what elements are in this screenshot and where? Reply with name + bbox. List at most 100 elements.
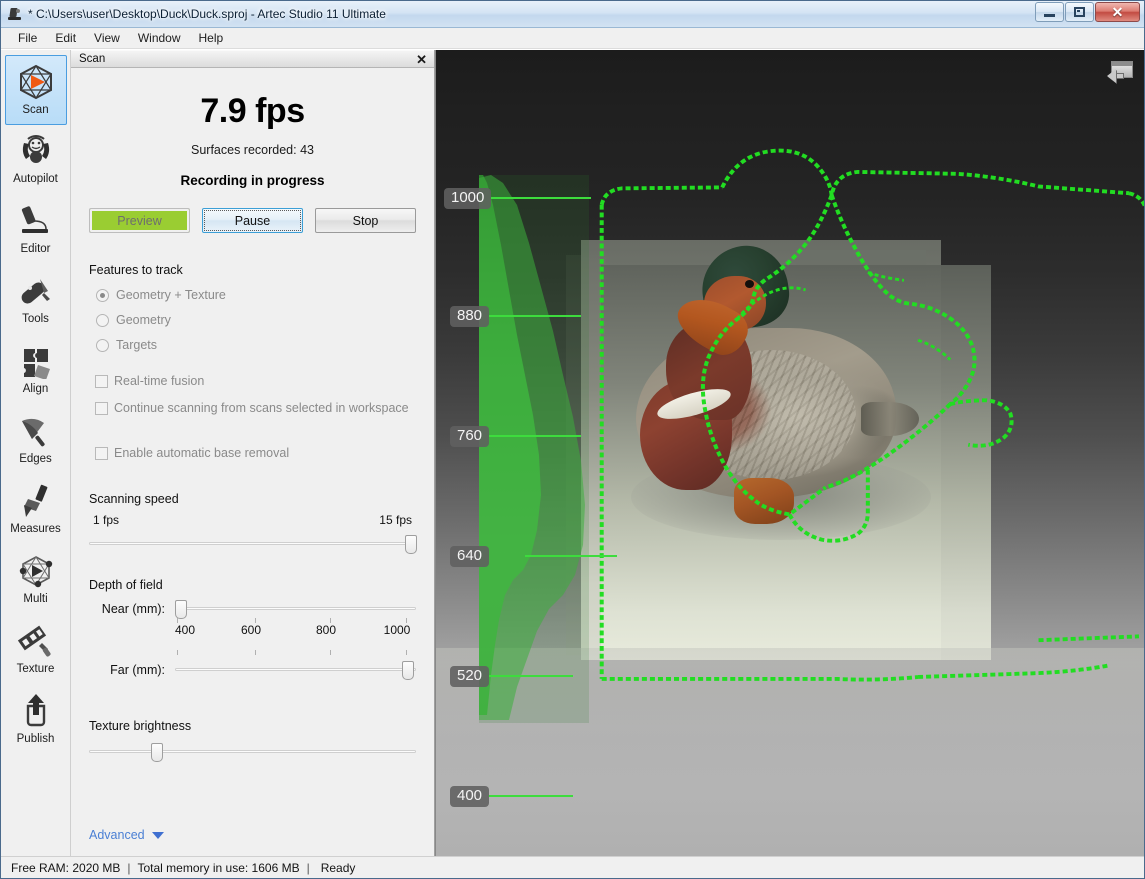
panel-close-icon[interactable]: ✕: [416, 52, 427, 67]
depth-scale-ticks: 400 600 800 1000: [175, 623, 416, 639]
slider-track: [175, 668, 416, 671]
sidebar-item-label: Align: [22, 383, 49, 395]
near-label: Near (mm):: [101, 602, 165, 616]
features-to-track-heading: Features to track: [89, 263, 183, 277]
close-icon: ✕: [1111, 4, 1124, 20]
minimize-button[interactable]: [1035, 2, 1064, 22]
checkbox-base-removal[interactable]: Enable automatic base removal: [89, 446, 416, 460]
dof-tick-600: 600: [240, 623, 262, 637]
far-label: Far (mm):: [110, 663, 165, 677]
sidebar-item-editor[interactable]: Editor: [5, 195, 67, 265]
sidebar-item-texture[interactable]: Texture: [5, 615, 67, 685]
depth-mark-1000: 1000: [444, 188, 592, 209]
sidebar-item-label: Scan: [22, 104, 49, 116]
checkbox-label: Enable automatic base removal: [114, 446, 290, 460]
sidebar-item-measures[interactable]: Measures: [5, 475, 67, 545]
measures-caliper-icon: [12, 480, 60, 522]
close-button[interactable]: ✕: [1095, 2, 1140, 22]
scanning-speed-heading: Scanning speed: [89, 492, 179, 506]
menu-window[interactable]: Window: [129, 29, 190, 47]
autopilot-icon: [12, 130, 60, 172]
status-state-label: Ready: [320, 860, 356, 875]
depth-label: 760: [450, 426, 490, 447]
scan-panel-title: Scan: [79, 53, 106, 65]
application-window: * C:\Users\user\Desktop\Duck\Duck.sproj …: [0, 0, 1145, 879]
texture-roller-icon: [12, 620, 60, 662]
scan-play-icon: [12, 61, 60, 103]
radio-label: Targets: [116, 338, 157, 352]
surfaces-recorded-label: Surfaces recorded: 43: [191, 143, 314, 157]
near-slider-row: Near (mm):: [89, 598, 416, 623]
slider-thumb[interactable]: [401, 661, 414, 680]
sidebar-item-label: Autopilot: [13, 173, 58, 185]
collapse-panel-icon[interactable]: [1107, 61, 1133, 83]
radio-indicator: [96, 313, 109, 327]
scan-panel: Scan ✕ 7.9 fps Surfaces recorded: 43 Rec…: [71, 50, 435, 856]
advanced-toggle[interactable]: Advanced: [89, 828, 164, 842]
near-slider[interactable]: [175, 598, 416, 623]
radio-targets[interactable]: Targets: [89, 338, 416, 352]
texture-brightness-slider[interactable]: [89, 741, 416, 763]
duck-eye: [745, 280, 754, 288]
scan-controls: Preview Pause Stop: [89, 208, 416, 233]
depth-label: 400: [450, 786, 490, 807]
slider-thumb[interactable]: [404, 535, 417, 554]
depth-mark-400: 400: [450, 786, 574, 807]
radio-geometry[interactable]: Geometry: [89, 313, 416, 327]
sidebar-item-scan[interactable]: Scan: [4, 55, 67, 125]
sidebar-item-multi[interactable]: Multi: [5, 545, 67, 615]
far-slider[interactable]: [175, 650, 416, 681]
slider-thumb[interactable]: [175, 600, 187, 619]
depth-mark-640: 640: [450, 546, 618, 567]
sidebar-item-label: Multi: [23, 593, 48, 605]
radio-geometry-texture[interactable]: Geometry + Texture: [89, 288, 416, 302]
depth-mark-520: 520: [450, 666, 574, 687]
main-area: Scan Autopilot Editor Tools Align Edges …: [1, 49, 1144, 856]
pause-button[interactable]: Pause: [202, 208, 303, 233]
maximize-button[interactable]: [1065, 2, 1094, 22]
menu-file[interactable]: File: [9, 29, 46, 47]
3d-scanner-icon: [7, 6, 23, 22]
sidebar-item-label: Tools: [22, 313, 49, 325]
checkbox-label: Real-time fusion: [114, 374, 205, 388]
sidebar-item-align[interactable]: Align: [5, 335, 67, 405]
title-bar: * C:\Users\user\Desktop\Duck\Duck.sproj …: [1, 1, 1144, 28]
sidebar-item-label: Publish: [16, 733, 55, 745]
status-separator-1: |: [127, 860, 131, 875]
depth-label: 880: [450, 306, 490, 327]
memory-in-use-label: Total memory in use: 1606 MB: [137, 860, 300, 875]
mode-sidebar: Scan Autopilot Editor Tools Align Edges …: [1, 50, 71, 856]
depth-of-field-heading: Depth of field: [89, 578, 163, 592]
chevron-down-icon: [151, 831, 164, 839]
checkbox-indicator: [95, 401, 108, 415]
scan-panel-body: 7.9 fps Surfaces recorded: 43 Recording …: [71, 68, 434, 856]
stop-button[interactable]: Stop: [315, 208, 416, 233]
menu-view[interactable]: View: [85, 29, 129, 47]
tools-knife-icon: [12, 270, 60, 312]
checkbox-continue-scanning[interactable]: Continue scanning from scans selected in…: [89, 401, 416, 415]
slider-thumb[interactable]: [151, 743, 164, 762]
3d-viewport[interactable]: 1000 880 760 640 520 400: [435, 50, 1144, 856]
sidebar-item-tools[interactable]: Tools: [5, 265, 67, 335]
sidebar-item-autopilot[interactable]: Autopilot: [5, 125, 67, 195]
slider-track: [89, 542, 416, 545]
radio-indicator: [96, 288, 109, 302]
menu-edit[interactable]: Edit: [46, 29, 85, 47]
radio-label: Geometry + Texture: [116, 288, 226, 302]
fps-readout: 7.9 fps: [200, 92, 305, 130]
sidebar-item-label: Measures: [10, 523, 61, 535]
align-puzzle-icon: [12, 340, 60, 382]
depth-label: 640: [450, 546, 490, 567]
menu-help[interactable]: Help: [190, 29, 233, 47]
preview-button[interactable]: Preview: [89, 208, 190, 233]
scanning-speed-min-label: 1 fps: [93, 513, 120, 527]
sidebar-item-publish[interactable]: Publish: [5, 685, 67, 755]
sidebar-item-edges[interactable]: Edges: [5, 405, 67, 475]
scanning-speed-slider[interactable]: [89, 533, 417, 555]
checkbox-indicator: [95, 446, 108, 460]
duck-foot: [734, 478, 794, 524]
free-ram-label: Free RAM: 2020 MB: [11, 860, 121, 875]
checkbox-realtime-fusion[interactable]: Real-time fusion: [89, 374, 416, 388]
multi-nodes-icon: [12, 550, 60, 592]
editor-stylus-icon: [12, 200, 60, 242]
